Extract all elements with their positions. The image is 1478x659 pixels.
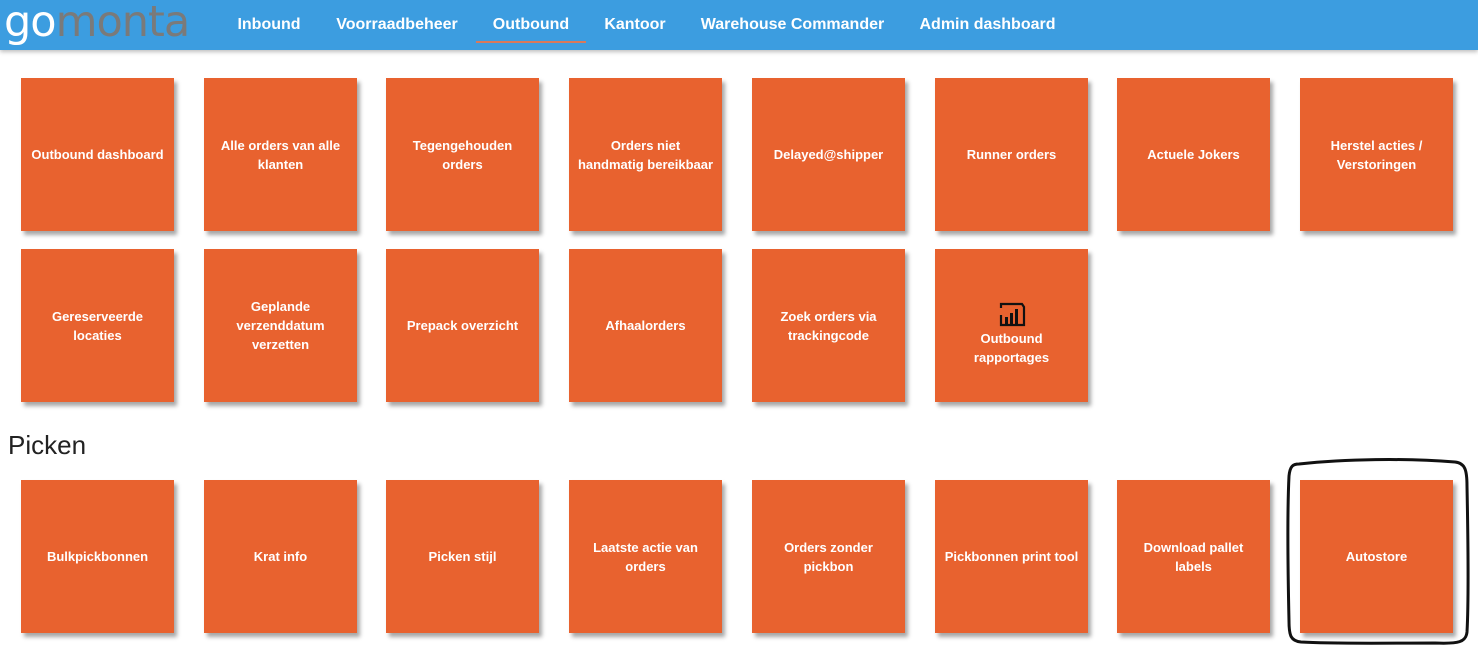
nav-voorraadbeheer[interactable]: Voorraadbeheer	[336, 0, 458, 50]
tile-runner-orders[interactable]: Runner orders	[935, 78, 1088, 231]
tile-prepack-overzicht[interactable]: Prepack overzicht	[386, 249, 539, 402]
tile-alle-orders[interactable]: Alle orders van alle klanten	[204, 78, 357, 231]
tile-zoek-orders-trackingcode[interactable]: Zoek orders via trackingcode	[752, 249, 905, 402]
tile-laatste-actie-van-orders[interactable]: Laatste actie van orders	[569, 480, 722, 633]
logo-part-monta: monta	[55, 0, 191, 47]
tile-outbound-dashboard[interactable]: Outbound dashboard	[21, 78, 174, 231]
annotation-highlight-outline	[1286, 458, 1470, 645]
nav-outbound[interactable]: Outbound	[476, 0, 586, 50]
tile-orders-niet-handmatig-bereikbaar[interactable]: Orders niet handmatig bereikbaar	[569, 78, 722, 231]
tile-gereserveerde-locaties[interactable]: Gereserveerde locaties	[21, 249, 174, 402]
tile-herstel-acties[interactable]: Herstel acties / Verstoringen	[1300, 78, 1453, 231]
tile-picken-stijl[interactable]: Picken stijl	[386, 480, 539, 633]
tile-actuele-jokers[interactable]: Actuele Jokers	[1117, 78, 1270, 231]
tile-pickbonnen-print-tool[interactable]: Pickbonnen print tool	[935, 480, 1088, 633]
nav-inbound[interactable]: Inbound	[237, 0, 301, 50]
logo-part-go: go	[4, 0, 57, 47]
gomonta-logo[interactable]: gomonta	[4, 0, 191, 50]
tile-outbound-rapportages[interactable]: Outbound rapportages	[935, 249, 1088, 402]
tile-orders-zonder-pickbon[interactable]: Orders zonder pickbon	[752, 480, 905, 633]
top-navbar: gomonta Inbound Voorraadbeheer Outbound …	[0, 0, 1478, 50]
tile-afhaalorders[interactable]: Afhaalorders	[569, 249, 722, 402]
nav-warehouse-commander[interactable]: Warehouse Commander	[700, 0, 885, 50]
tile-tegengehouden-orders[interactable]: Tegengehouden orders	[386, 78, 539, 231]
nav-admin-dashboard[interactable]: Admin dashboard	[919, 0, 1056, 50]
tile-download-pallet-labels[interactable]: Download pallet labels	[1117, 480, 1270, 633]
tile-bulkpickbonnen[interactable]: Bulkpickbonnen	[21, 480, 174, 633]
tile-krat-info[interactable]: Krat info	[204, 480, 357, 633]
nav-kantoor[interactable]: Kantoor	[604, 0, 666, 50]
tile-outbound-rapportages-label: Outbound rapportages	[973, 330, 1050, 365]
section-title-picken: Picken	[8, 430, 87, 460]
tile-delayed-shipper[interactable]: Delayed@shipper	[752, 78, 905, 231]
power-bi-icon	[999, 302, 1025, 326]
tile-geplande-verzenddatum-verzetten[interactable]: Geplande verzenddatum verzetten	[204, 249, 357, 402]
